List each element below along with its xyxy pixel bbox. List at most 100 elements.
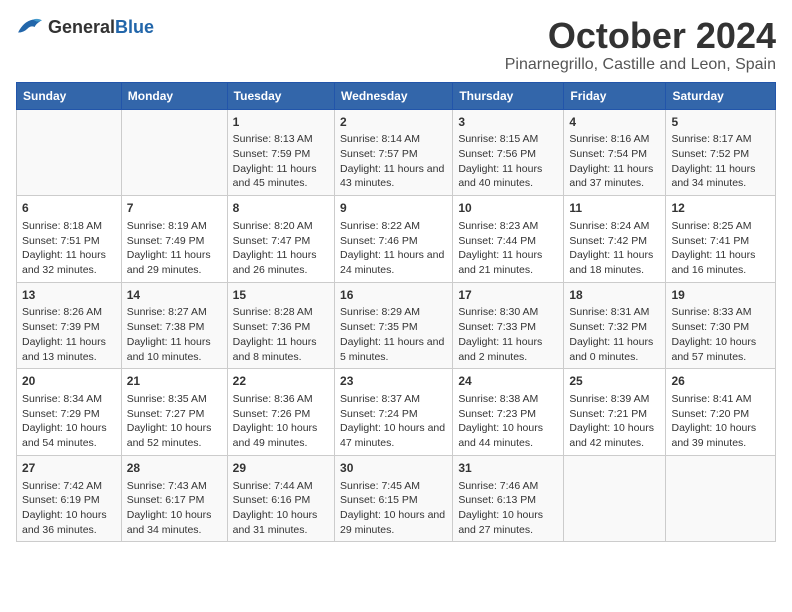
day-info: Sunrise: 8:24 AM Sunset: 7:42 PM Dayligh… [569,219,660,278]
column-header-wednesday: Wednesday [335,82,453,109]
day-number: 12 [671,200,770,217]
day-info: Sunrise: 8:41 AM Sunset: 7:20 PM Dayligh… [671,392,770,451]
calendar-cell: 13Sunrise: 8:26 AM Sunset: 7:39 PM Dayli… [17,282,122,369]
day-info: Sunrise: 8:13 AM Sunset: 7:59 PM Dayligh… [233,132,329,191]
day-number: 29 [233,460,329,477]
day-number: 28 [127,460,222,477]
calendar-cell: 21 Sunrise: 8:35 AM Sunset: 7:27 PM Dayli… [121,369,227,456]
day-info: Sunrise: 8:25 AM Sunset: 7:41 PM Dayligh… [671,219,770,278]
calendar-cell: 19Sunrise: 8:33 AM Sunset: 7:30 PM Dayli… [666,282,776,369]
day-number: 19 [671,287,770,304]
calendar-cell: 3Sunrise: 8:15 AM Sunset: 7:56 PM Daylig… [453,109,564,196]
day-number: 27 [22,460,116,477]
calendar-cell: 20 Sunrise: 8:34 AM Sunset: 7:29 PM Dayli… [17,369,122,456]
calendar-cell: 14Sunrise: 8:27 AM Sunset: 7:38 PM Dayli… [121,282,227,369]
calendar-cell: 6 Sunrise: 8:18 AM Sunset: 7:51 PM Daylig… [17,196,122,283]
calendar-cell: 30Sunrise: 7:45 AM Sunset: 6:15 PM Dayli… [335,455,453,542]
column-header-saturday: Saturday [666,82,776,109]
calendar-week-row: 13Sunrise: 8:26 AM Sunset: 7:39 PM Dayli… [17,282,776,369]
column-header-sunday: Sunday [17,82,122,109]
day-number: 20 [22,373,116,390]
calendar-cell: 26 Sunrise: 8:41 AM Sunset: 7:20 PM Dayli… [666,369,776,456]
day-info: Sunrise: 8:20 AM Sunset: 7:47 PM Dayligh… [233,219,329,278]
calendar-cell: 16Sunrise: 8:29 AM Sunset: 7:35 PM Dayli… [335,282,453,369]
calendar-cell: 29 Sunrise: 7:44 AM Sunset: 6:16 PM Dayli… [227,455,334,542]
day-info: Sunrise: 7:43 AM Sunset: 6:17 PM Dayligh… [127,479,222,538]
day-number: 5 [671,114,770,131]
calendar-cell: 9Sunrise: 8:22 AM Sunset: 7:46 PM Daylig… [335,196,453,283]
column-header-thursday: Thursday [453,82,564,109]
day-number: 1 [233,114,329,131]
calendar-table: SundayMondayTuesdayWednesdayThursdayFrid… [16,82,776,543]
day-info: Sunrise: 8:37 AM Sunset: 7:24 PM Dayligh… [340,392,447,451]
calendar-cell: 5Sunrise: 8:17 AM Sunset: 7:52 PM Daylig… [666,109,776,196]
day-number: 3 [458,114,558,131]
day-number: 21 [127,373,222,390]
logo: GeneralBlue [16,16,154,38]
day-number: 8 [233,200,329,217]
calendar-cell: 22 Sunrise: 8:36 AM Sunset: 7:26 PM Dayli… [227,369,334,456]
day-number: 16 [340,287,447,304]
day-number: 25 [569,373,660,390]
column-header-friday: Friday [564,82,666,109]
calendar-cell: 12 Sunrise: 8:25 AM Sunset: 7:41 PM Dayli… [666,196,776,283]
day-info: Sunrise: 8:17 AM Sunset: 7:52 PM Dayligh… [671,132,770,191]
calendar-cell [121,109,227,196]
day-info: Sunrise: 8:34 AM Sunset: 7:29 PM Dayligh… [22,392,116,451]
logo-general-text: General [48,17,115,37]
calendar-cell: 10 Sunrise: 8:23 AM Sunset: 7:44 PM Dayli… [453,196,564,283]
calendar-cell: 8 Sunrise: 8:20 AM Sunset: 7:47 PM Daylig… [227,196,334,283]
day-number: 24 [458,373,558,390]
day-number: 6 [22,200,116,217]
day-info: Sunrise: 8:15 AM Sunset: 7:56 PM Dayligh… [458,132,558,191]
logo-blue-text: Blue [115,17,154,37]
day-number: 31 [458,460,558,477]
day-info: Sunrise: 8:38 AM Sunset: 7:23 PM Dayligh… [458,392,558,451]
column-header-tuesday: Tuesday [227,82,334,109]
day-info: Sunrise: 8:19 AM Sunset: 7:49 PM Dayligh… [127,219,222,278]
calendar-cell: 31Sunrise: 7:46 AM Sunset: 6:13 PM Dayli… [453,455,564,542]
day-number: 13 [22,287,116,304]
day-number: 17 [458,287,558,304]
day-number: 14 [127,287,222,304]
calendar-week-row: 1Sunrise: 8:13 AM Sunset: 7:59 PM Daylig… [17,109,776,196]
calendar-cell: 28 Sunrise: 7:43 AM Sunset: 6:17 PM Dayli… [121,455,227,542]
logo-bird-icon [16,16,44,38]
day-number: 15 [233,287,329,304]
calendar-header-row: SundayMondayTuesdayWednesdayThursdayFrid… [17,82,776,109]
day-number: 26 [671,373,770,390]
day-number: 10 [458,200,558,217]
day-info: Sunrise: 7:44 AM Sunset: 6:16 PM Dayligh… [233,479,329,538]
day-info: Sunrise: 8:29 AM Sunset: 7:35 PM Dayligh… [340,305,447,364]
day-number: 23 [340,373,447,390]
day-number: 11 [569,200,660,217]
calendar-cell [564,455,666,542]
calendar-week-row: 6 Sunrise: 8:18 AM Sunset: 7:51 PM Daylig… [17,196,776,283]
day-info: Sunrise: 8:35 AM Sunset: 7:27 PM Dayligh… [127,392,222,451]
calendar-cell: 11 Sunrise: 8:24 AM Sunset: 7:42 PM Dayli… [564,196,666,283]
day-info: Sunrise: 8:23 AM Sunset: 7:44 PM Dayligh… [458,219,558,278]
calendar-cell: 15Sunrise: 8:28 AM Sunset: 7:36 PM Dayli… [227,282,334,369]
day-info: Sunrise: 8:16 AM Sunset: 7:54 PM Dayligh… [569,132,660,191]
calendar-cell [17,109,122,196]
day-info: Sunrise: 8:36 AM Sunset: 7:26 PM Dayligh… [233,392,329,451]
calendar-week-row: 20 Sunrise: 8:34 AM Sunset: 7:29 PM Dayli… [17,369,776,456]
day-info: Sunrise: 8:30 AM Sunset: 7:33 PM Dayligh… [458,305,558,364]
calendar-cell: 25Sunrise: 8:39 AM Sunset: 7:21 PM Dayli… [564,369,666,456]
day-info: Sunrise: 8:31 AM Sunset: 7:32 PM Dayligh… [569,305,660,364]
day-info: Sunrise: 7:42 AM Sunset: 6:19 PM Dayligh… [22,479,116,538]
day-info: Sunrise: 8:18 AM Sunset: 7:51 PM Dayligh… [22,219,116,278]
title-block: October 2024 Pinarnegrillo, Castille and… [505,16,776,74]
day-number: 22 [233,373,329,390]
calendar-cell [666,455,776,542]
day-info: Sunrise: 8:33 AM Sunset: 7:30 PM Dayligh… [671,305,770,364]
day-number: 9 [340,200,447,217]
column-header-monday: Monday [121,82,227,109]
calendar-cell: 17Sunrise: 8:30 AM Sunset: 7:33 PM Dayli… [453,282,564,369]
calendar-cell: 1Sunrise: 8:13 AM Sunset: 7:59 PM Daylig… [227,109,334,196]
day-number: 7 [127,200,222,217]
calendar-cell: 24 Sunrise: 8:38 AM Sunset: 7:23 PM Dayli… [453,369,564,456]
day-info: Sunrise: 8:28 AM Sunset: 7:36 PM Dayligh… [233,305,329,364]
day-number: 18 [569,287,660,304]
calendar-title: October 2024 [505,16,776,56]
